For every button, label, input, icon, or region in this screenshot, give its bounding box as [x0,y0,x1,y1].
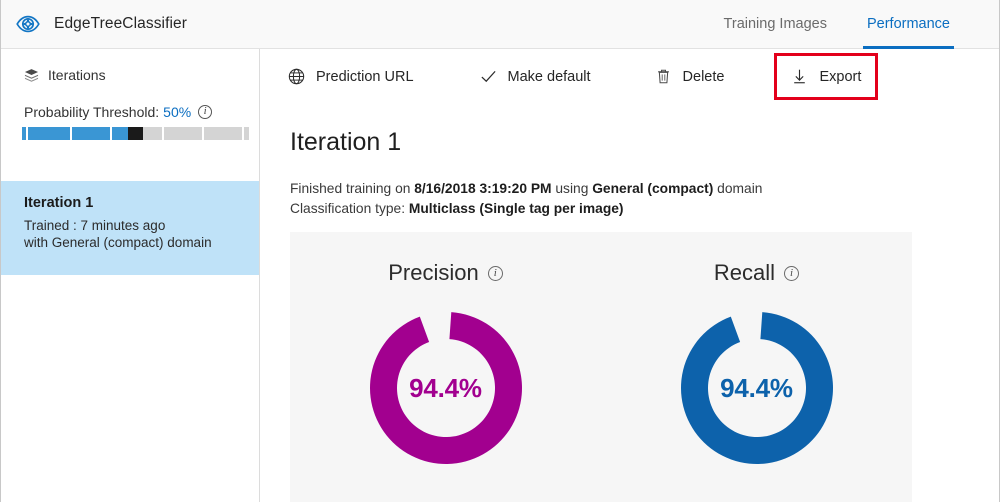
metrics-panel: Precision i 94.4% Recall i 94.4% [290,232,912,502]
sidebar-section-label: Iterations [48,67,106,83]
meta-class-value: Multiclass (Single tag per image) [408,201,624,216]
prediction-url-label: Prediction URL [316,68,414,85]
sidebar-section-iterations: Iterations [24,67,259,83]
precision-heading: Precision i [388,260,503,286]
app-header: EdgeTreeClassifier Training Images Perfo… [1,0,999,49]
eye-gear-icon [15,11,41,37]
delete-label: Delete [682,68,725,85]
checkmark-icon [480,68,497,85]
top-navigation: Training Images Performance [714,0,999,49]
slider-segment [143,127,163,140]
iteration-card-domain: with General (compact) domain [24,235,212,250]
precision-label: Precision [388,260,479,285]
slider-segment [27,127,70,140]
iteration-metadata: Finished training on 8/16/2018 3:19:20 P… [290,179,999,219]
layers-stack-icon [24,68,39,83]
delete-button[interactable]: Delete [647,57,733,97]
export-button[interactable]: Export [774,53,879,100]
threshold-label: Probability Threshold: [24,104,160,120]
info-icon[interactable]: i [487,265,503,281]
info-icon[interactable]: i [784,265,800,281]
info-icon[interactable]: i [198,105,213,119]
meta-suffix: domain [713,181,763,196]
iteration-card-title: Iteration 1 [24,195,94,211]
threshold-value: 50% [163,104,192,120]
recall-heading: Recall i [713,260,800,286]
meta-prefix: Finished training on [290,181,415,196]
slider-segment [71,127,110,140]
meta-class-prefix: Classification type: [290,201,409,216]
precision-value: 94.4% [409,372,482,403]
meta-domain: General (compact) [592,181,714,196]
meta-date: 8/16/2018 3:19:20 PM [414,181,552,196]
tab-training-images[interactable]: Training Images [714,0,837,49]
action-toolbar: Prediction URL Make default Delete Expor… [261,49,999,104]
app-title: EdgeTreeClassifier [54,15,188,32]
meta-mid: using [551,181,593,196]
tab-performance[interactable]: Performance [857,0,960,49]
slider-segment [243,127,250,140]
metadata-line-classification: Classification type: Multiclass (Single … [290,199,999,219]
sidebar: Iterations Probability Threshold: 50% i … [1,49,260,502]
iteration-card-trained: Trained : 7 minutes ago [24,218,166,233]
app-window: EdgeTreeClassifier Training Images Perfo… [0,0,1000,502]
precision-donut-chart: 94.4% [358,300,534,476]
page-title: Iteration 1 [290,128,402,156]
brand: EdgeTreeClassifier [15,11,187,37]
sidebar-item-iteration-1[interactable]: Iteration 1 Trained : 7 minutes ago with… [1,181,259,275]
recall-metric: Recall i 94.4% [601,232,912,476]
metadata-line-training: Finished training on 8/16/2018 3:19:20 P… [290,179,999,199]
nav-end-spacer [960,0,999,49]
main-content: Iteration 1 Finished training on 8/16/20… [261,104,999,502]
globe-icon [288,68,305,85]
threshold-slider[interactable] [22,127,250,140]
slider-segment [204,127,242,140]
trash-icon [655,68,672,85]
slider-handle[interactable] [127,127,144,140]
download-arrow-icon [791,68,808,85]
probability-threshold-row: Probability Threshold: 50% i [24,104,259,120]
make-default-label: Make default [507,68,591,85]
recall-value: 94.4% [720,372,793,403]
metrics-columns: Precision i 94.4% Recall i 94.4% [290,232,912,476]
recall-donut-chart: 94.4% [669,300,845,476]
slider-segment [111,127,128,140]
slider-segment [164,127,203,140]
export-label: Export [819,68,862,85]
make-default-button[interactable]: Make default [472,57,599,97]
precision-metric: Precision i 94.4% [290,232,601,476]
recall-label: Recall [713,260,776,285]
prediction-url-button[interactable]: Prediction URL [280,57,422,97]
